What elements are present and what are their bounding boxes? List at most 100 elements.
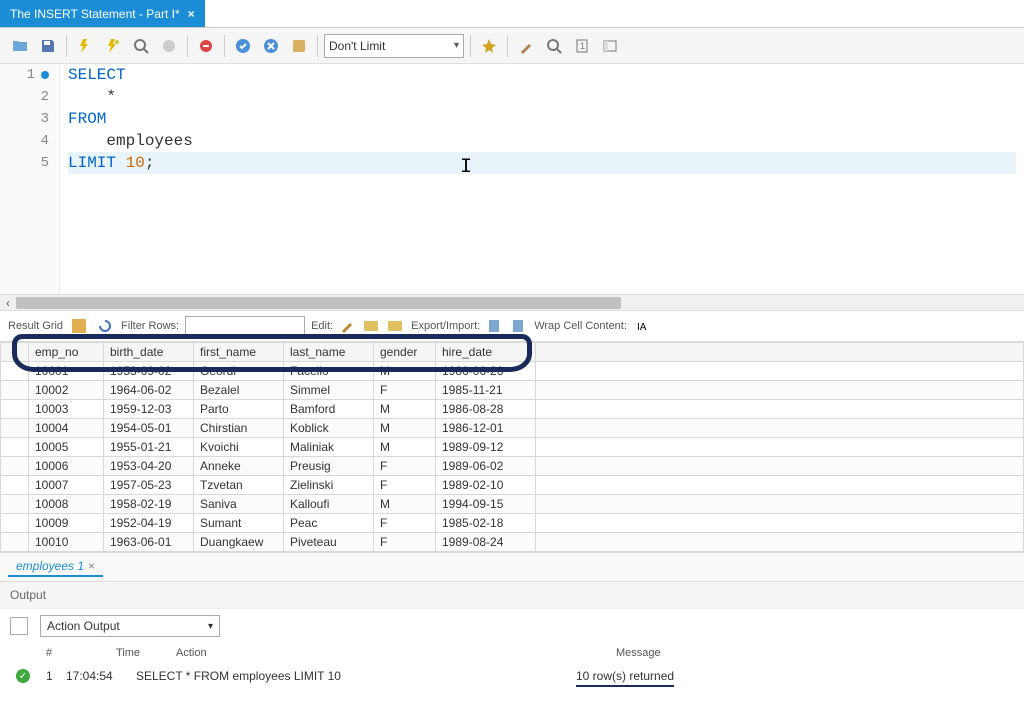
cell[interactable]: 1958-02-19 xyxy=(104,495,194,514)
cell[interactable]: Bezalel xyxy=(194,381,284,400)
cell[interactable]: F xyxy=(374,457,436,476)
cell[interactable]: Zielinski xyxy=(284,476,374,495)
explain-icon[interactable] xyxy=(129,34,153,58)
cell[interactable]: 10007 xyxy=(29,476,104,495)
cell[interactable]: 10003 xyxy=(29,400,104,419)
table-row[interactable]: 100021964-06-02BezalelSimmelF1985-11-21 xyxy=(1,381,1024,400)
result-tab[interactable]: employees 1 × xyxy=(8,557,103,577)
export-icon[interactable] xyxy=(484,316,504,336)
cell[interactable]: Saniva xyxy=(194,495,284,514)
commit-icon[interactable] xyxy=(231,34,255,58)
save-file-icon[interactable] xyxy=(36,34,60,58)
cell[interactable]: 1963-06-01 xyxy=(104,533,194,552)
find-icon[interactable] xyxy=(514,34,538,58)
cell[interactable]: 1989-08-24 xyxy=(436,533,536,552)
col-last-name[interactable]: last_name xyxy=(284,343,374,362)
cell[interactable]: 1989-02-10 xyxy=(436,476,536,495)
row-selector[interactable] xyxy=(1,381,29,400)
cell[interactable]: Chirstian xyxy=(194,419,284,438)
cell[interactable]: M xyxy=(374,419,436,438)
import-icon[interactable] xyxy=(508,316,528,336)
cell[interactable]: 1989-09-12 xyxy=(436,438,536,457)
search-icon[interactable] xyxy=(542,34,566,58)
col-emp-no[interactable]: emp_no xyxy=(29,343,104,362)
output-type-select[interactable]: Action Output xyxy=(40,615,220,637)
cell[interactable]: 10002 xyxy=(29,381,104,400)
cell[interactable]: M xyxy=(374,362,436,381)
limit-rows-select[interactable]: Don't Limit xyxy=(324,34,464,58)
cell[interactable]: Simmel xyxy=(284,381,374,400)
col-gender[interactable]: gender xyxy=(374,343,436,362)
cell[interactable]: 1953-04-20 xyxy=(104,457,194,476)
snippets-icon[interactable]: 1 xyxy=(570,34,594,58)
cell[interactable]: 10009 xyxy=(29,514,104,533)
grid-icon[interactable] xyxy=(69,316,89,336)
cell[interactable]: Sumant xyxy=(194,514,284,533)
row-selector[interactable] xyxy=(1,533,29,552)
data-table[interactable]: emp_no birth_date first_name last_name g… xyxy=(0,342,1024,552)
row-selector[interactable] xyxy=(1,362,29,381)
cell[interactable]: 1986-12-01 xyxy=(436,419,536,438)
cell[interactable]: 10004 xyxy=(29,419,104,438)
delete-row-icon[interactable] xyxy=(385,316,405,336)
cell[interactable]: 1964-06-02 xyxy=(104,381,194,400)
row-selector[interactable] xyxy=(1,419,29,438)
table-row[interactable]: 100081958-02-19SanivaKalloufiM1994-09-15 xyxy=(1,495,1024,514)
cell[interactable]: Peac xyxy=(284,514,374,533)
cell[interactable]: Duangkaew xyxy=(194,533,284,552)
table-row[interactable]: 100101963-06-01DuangkaewPiveteauF1989-08… xyxy=(1,533,1024,552)
cell[interactable]: 1985-02-18 xyxy=(436,514,536,533)
cell[interactable]: Piveteau xyxy=(284,533,374,552)
cell[interactable]: 10006 xyxy=(29,457,104,476)
row-selector[interactable] xyxy=(1,495,29,514)
cell[interactable]: M xyxy=(374,495,436,514)
close-icon[interactable]: × xyxy=(88,559,95,573)
cell[interactable]: F xyxy=(374,533,436,552)
table-row[interactable]: 100041954-05-01ChirstianKoblickM1986-12-… xyxy=(1,419,1024,438)
edit-icon[interactable] xyxy=(337,316,357,336)
row-selector[interactable] xyxy=(1,457,29,476)
scroll-left-icon[interactable]: ‹ xyxy=(0,296,16,310)
wrap-icon[interactable]: IA xyxy=(633,316,653,336)
cell[interactable]: Anneke xyxy=(194,457,284,476)
execute-current-icon[interactable] xyxy=(101,34,125,58)
stop-icon[interactable] xyxy=(157,34,181,58)
cell[interactable]: 10010 xyxy=(29,533,104,552)
table-row[interactable]: 100011953-09-02GeordiFacelloM1986-06-26 xyxy=(1,362,1024,381)
cell[interactable]: 1955-01-21 xyxy=(104,438,194,457)
cell[interactable]: 1989-06-02 xyxy=(436,457,536,476)
cell[interactable]: 10001 xyxy=(29,362,104,381)
cell[interactable]: Koblick xyxy=(284,419,374,438)
refresh-icon[interactable] xyxy=(95,316,115,336)
cell[interactable]: Parto xyxy=(194,400,284,419)
code-area[interactable]: SELECT * FROM employees LIMIT 10; I xyxy=(60,64,1024,294)
table-row[interactable]: 100051955-01-21KvoichiMaliniakM1989-09-1… xyxy=(1,438,1024,457)
sql-editor[interactable]: 1 2 3 4 5 SELECT * FROM employees LIMIT … xyxy=(0,64,1024,294)
cell[interactable]: 1959-12-03 xyxy=(104,400,194,419)
filter-input[interactable] xyxy=(185,316,305,336)
col-birth-date[interactable]: birth_date xyxy=(104,343,194,362)
open-file-icon[interactable] xyxy=(8,34,32,58)
cell[interactable]: Geordi xyxy=(194,362,284,381)
cell[interactable]: 1953-09-02 xyxy=(104,362,194,381)
cell[interactable]: Preusig xyxy=(284,457,374,476)
cell[interactable]: Maliniak xyxy=(284,438,374,457)
autocommit-icon[interactable] xyxy=(287,34,311,58)
execute-icon[interactable] xyxy=(73,34,97,58)
cell[interactable]: M xyxy=(374,400,436,419)
row-selector[interactable] xyxy=(1,400,29,419)
file-tab[interactable]: The INSERT Statement - Part I* × xyxy=(0,0,205,27)
col-first-name[interactable]: first_name xyxy=(194,343,284,362)
row-selector[interactable] xyxy=(1,476,29,495)
cell[interactable]: Kalloufi xyxy=(284,495,374,514)
table-row[interactable]: 100071957-05-23TzvetanZielinskiF1989-02-… xyxy=(1,476,1024,495)
cell[interactable]: 1986-06-26 xyxy=(436,362,536,381)
table-row[interactable]: 100031959-12-03PartoBamfordM1986-08-28 xyxy=(1,400,1024,419)
cell[interactable]: 1954-05-01 xyxy=(104,419,194,438)
col-hire-date[interactable]: hire_date xyxy=(436,343,536,362)
cell[interactable]: Facello xyxy=(284,362,374,381)
cell[interactable]: Tzvetan xyxy=(194,476,284,495)
toggle-panel-icon[interactable] xyxy=(598,34,622,58)
cell[interactable]: 1985-11-21 xyxy=(436,381,536,400)
scroll-thumb[interactable] xyxy=(16,297,621,309)
